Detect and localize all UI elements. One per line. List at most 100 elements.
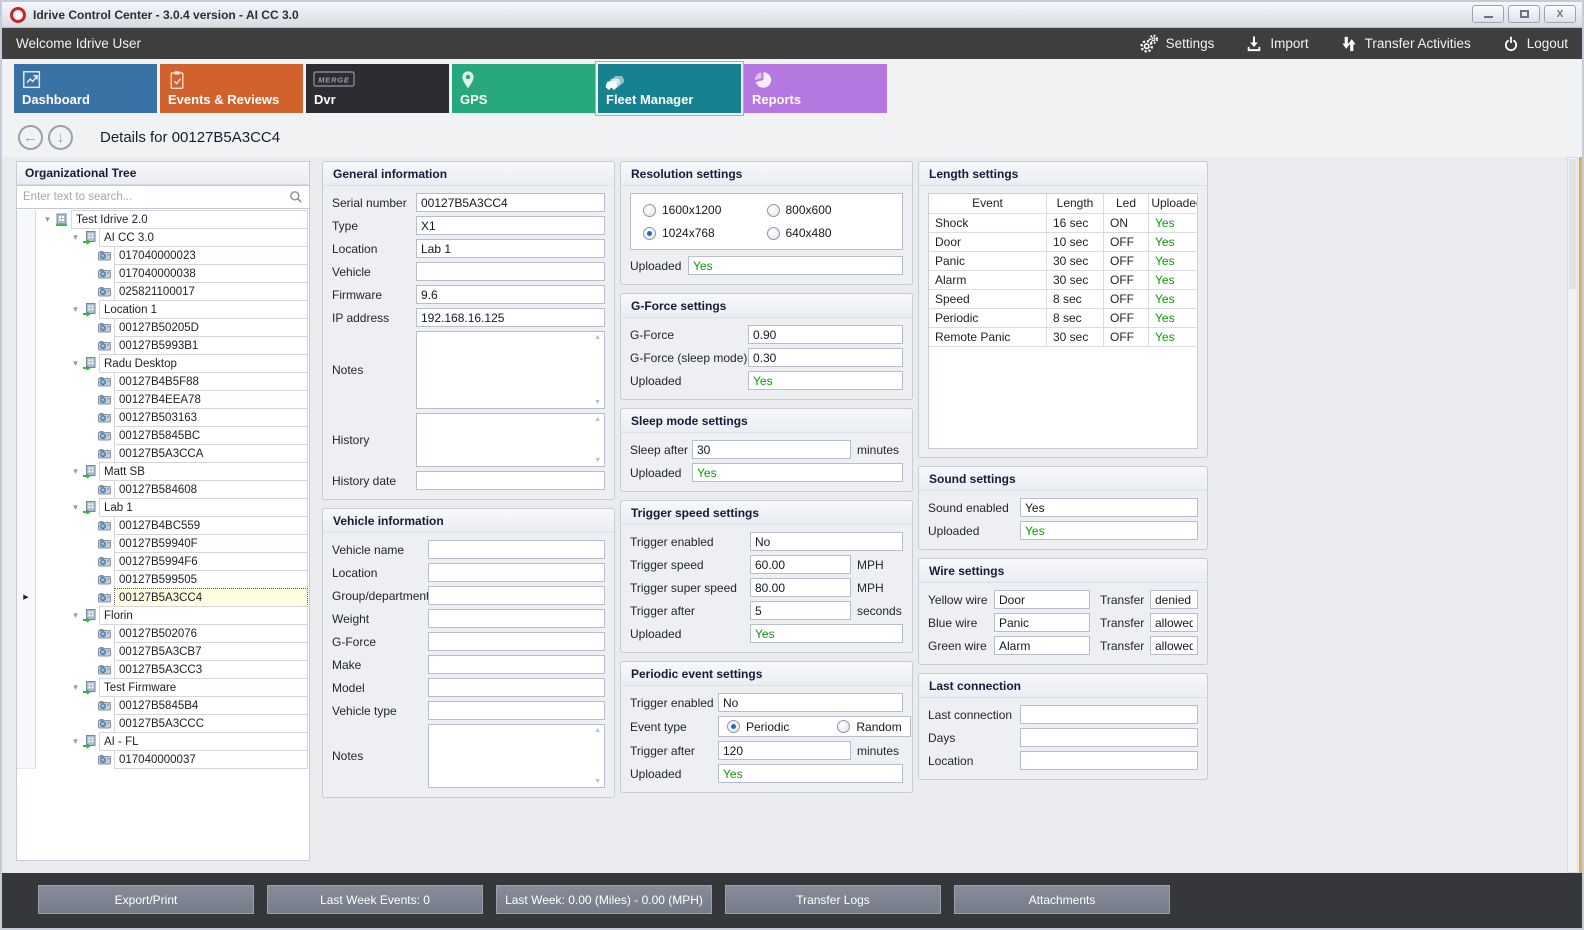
- scrollbar-thumb[interactable]: [1569, 159, 1576, 289]
- expand-arrow-icon[interactable]: ▾: [41, 210, 54, 229]
- weight-field[interactable]: [428, 609, 605, 628]
- notes-textarea[interactable]: ▲▼: [416, 331, 605, 409]
- green-wire-field[interactable]: [994, 636, 1090, 655]
- tree-row[interactable]: 00127B5A3CCC: [17, 714, 309, 733]
- sleep-after-field[interactable]: [692, 440, 851, 459]
- tree-row[interactable]: ▾Test Firmware: [17, 678, 309, 697]
- firmware-field[interactable]: [416, 285, 605, 304]
- history-textarea[interactable]: ▲▼: [416, 413, 605, 467]
- tree-row[interactable]: 00127B5A3CC3: [17, 660, 309, 679]
- maximize-button[interactable]: [1508, 5, 1540, 23]
- location-field[interactable]: [1020, 751, 1198, 770]
- tree-search-input[interactable]: [17, 185, 309, 209]
- yellow-wire-field[interactable]: [994, 590, 1090, 609]
- close-button[interactable]: X: [1544, 5, 1576, 23]
- last-connection-field[interactable]: [1020, 705, 1198, 724]
- tree-row[interactable]: 00127B584608: [17, 480, 309, 499]
- expand-arrow-icon[interactable]: ▾: [69, 354, 82, 373]
- tree-row[interactable]: 00127B5994F6: [17, 552, 309, 571]
- tab-reports[interactable]: Reports: [744, 64, 887, 113]
- trigger-super-speed-field[interactable]: [750, 578, 851, 597]
- scroll-down-icon[interactable]: ▼: [594, 778, 601, 785]
- attachments-button[interactable]: Attachments: [954, 885, 1170, 914]
- minimize-button[interactable]: [1472, 5, 1504, 23]
- scroll-up-icon[interactable]: ▲: [594, 727, 601, 734]
- tree-row[interactable]: 00127B503163: [17, 408, 309, 427]
- tree-row[interactable]: 00127B59940F: [17, 534, 309, 553]
- trigger-after-field[interactable]: [750, 601, 851, 620]
- tree-row[interactable]: ▾AI CC 3.0: [17, 228, 309, 247]
- g-force-sleep-mode--field[interactable]: [748, 348, 903, 367]
- tab-events-reviews[interactable]: Events & Reviews: [160, 64, 303, 113]
- transfer-field[interactable]: [1150, 590, 1198, 609]
- radio-option[interactable]: 800x600: [767, 203, 891, 217]
- scroll-up-icon[interactable]: ▲: [594, 416, 601, 423]
- blue-wire-field[interactable]: [994, 613, 1090, 632]
- tree-row[interactable]: 00127B5845B4: [17, 696, 309, 715]
- scroll-down-button[interactable]: ↓: [48, 125, 73, 150]
- transfer-field[interactable]: [1150, 613, 1198, 632]
- tree-row[interactable]: 00127B599505: [17, 570, 309, 589]
- radio-option[interactable]: 1600x1200: [643, 203, 767, 217]
- tree-row[interactable]: ▾Lab 1: [17, 498, 309, 517]
- history-date-field[interactable]: [416, 471, 605, 490]
- trigger-speed-field[interactable]: [750, 555, 851, 574]
- trigger-enabled-field[interactable]: [750, 532, 903, 551]
- radio-option[interactable]: 1024x768: [643, 226, 767, 240]
- scroll-down-icon[interactable]: ▼: [594, 399, 601, 406]
- expand-arrow-icon[interactable]: ▾: [69, 678, 82, 697]
- location-field[interactable]: [428, 563, 605, 582]
- tree-row[interactable]: 00127B4BC559: [17, 516, 309, 535]
- tree-row[interactable]: 00127B4B5F88: [17, 372, 309, 391]
- location-field[interactable]: [416, 239, 605, 258]
- tree-row[interactable]: 017040000038: [17, 264, 309, 283]
- vehicle-name-field[interactable]: [428, 540, 605, 559]
- last-week-0-00-miles-0-00-mph--button[interactable]: Last Week: 0.00 (Miles) - 0.00 (MPH): [496, 885, 712, 914]
- radio-option[interactable]: 640x480: [767, 226, 891, 240]
- import-button[interactable]: Import: [1244, 34, 1308, 54]
- scroll-down-icon[interactable]: ▼: [594, 457, 601, 464]
- group-department-field[interactable]: [428, 586, 605, 605]
- scroll-up-icon[interactable]: ▲: [594, 334, 601, 341]
- logout-button[interactable]: Logout: [1501, 34, 1568, 54]
- tree-row[interactable]: ▾Florin: [17, 606, 309, 625]
- tree-row[interactable]: 025821100017: [17, 282, 309, 301]
- transfer-activities-button[interactable]: Transfer Activities: [1339, 34, 1471, 54]
- tree-row[interactable]: ▶00127B5A3CC4: [17, 588, 309, 607]
- tree-row[interactable]: ▾AI - FL: [17, 732, 309, 751]
- expand-arrow-icon[interactable]: ▾: [69, 228, 82, 247]
- expand-arrow-icon[interactable]: ▾: [69, 606, 82, 625]
- tab-dashboard[interactable]: Dashboard: [14, 64, 157, 113]
- expand-arrow-icon[interactable]: ▾: [69, 732, 82, 751]
- notes-textarea[interactable]: ▲▼: [428, 724, 605, 788]
- tree-row[interactable]: 00127B4EEA78: [17, 390, 309, 409]
- vehicle-field[interactable]: [416, 262, 605, 281]
- tab-dvr[interactable]: MERGEDvr: [306, 64, 449, 113]
- tree-row[interactable]: ▾Matt SB: [17, 462, 309, 481]
- vehicle-type-field[interactable]: [428, 701, 605, 720]
- export-print-button[interactable]: Export/Print: [38, 885, 254, 914]
- trigger-enabled-field[interactable]: [718, 693, 903, 712]
- tree-row[interactable]: 00127B5845BC: [17, 426, 309, 445]
- tree-row[interactable]: ▾Test Idrive 2.0: [17, 210, 309, 229]
- ip-address-field[interactable]: [416, 308, 605, 327]
- tree-row[interactable]: 00127B5A3CCA: [17, 444, 309, 463]
- tab-fleet-manager[interactable]: Fleet Manager: [598, 64, 741, 113]
- expand-arrow-icon[interactable]: ▾: [69, 300, 82, 319]
- days-field[interactable]: [1020, 728, 1198, 747]
- tab-gps[interactable]: GPS: [452, 64, 595, 113]
- tree-row[interactable]: ▾Radu Desktop: [17, 354, 309, 373]
- radio-option[interactable]: Periodic: [727, 720, 789, 734]
- tree-row[interactable]: ▾Location 1: [17, 300, 309, 319]
- back-button[interactable]: ←: [18, 125, 43, 150]
- tree-row[interactable]: 017040000037: [17, 750, 309, 769]
- transfer-field[interactable]: [1150, 636, 1198, 655]
- transfer-logs-button[interactable]: Transfer Logs: [725, 885, 941, 914]
- tree-row[interactable]: 017040000023: [17, 246, 309, 265]
- serial-number-field[interactable]: [416, 193, 605, 212]
- expand-arrow-icon[interactable]: ▾: [69, 498, 82, 517]
- sound-enabled-field[interactable]: [1020, 498, 1198, 517]
- last-week-events-0-button[interactable]: Last Week Events: 0: [267, 885, 483, 914]
- vertical-scrollbar[interactable]: [1567, 157, 1578, 873]
- tree-row[interactable]: 00127B5A3CB7: [17, 642, 309, 661]
